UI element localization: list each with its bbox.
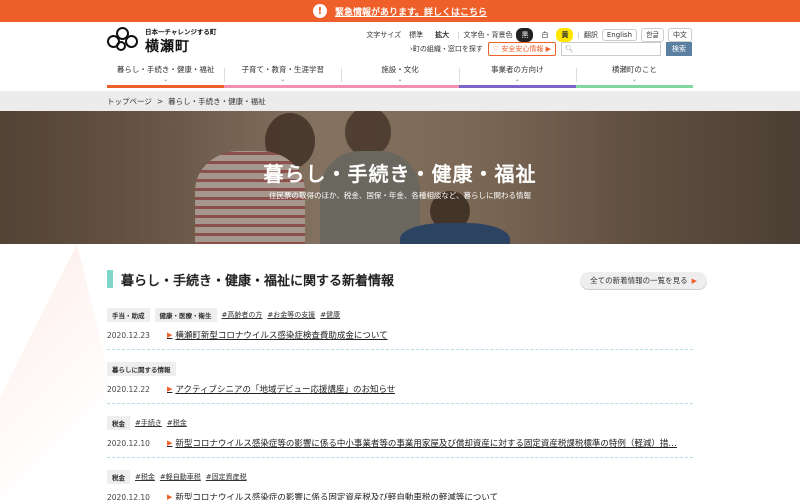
- news-date: 2020.12.23: [107, 330, 150, 340]
- emergency-alert-bar[interactable]: ! 緊急情報があります。詳しくはこちら: [0, 0, 800, 22]
- color-white-button[interactable]: 白: [537, 29, 553, 41]
- chevron-down-icon: ⌄: [280, 76, 286, 83]
- dotted-divider: [107, 457, 693, 458]
- font-large-button[interactable]: 拡大: [431, 29, 454, 41]
- color-label: 文字色・背景色: [463, 31, 513, 39]
- chevron-down-icon: ⌄: [163, 76, 169, 83]
- hashtag-link[interactable]: #高齢者の方: [222, 310, 263, 320]
- color-yellow-button[interactable]: 黄: [556, 28, 574, 42]
- news-section-title: 暮らし・手続き・健康・福祉に関する新着情報: [121, 273, 395, 289]
- hashtag-link[interactable]: #軽自動車税: [160, 472, 201, 482]
- gnav-item-label: 暮らし・手続き・健康・福祉: [116, 65, 215, 74]
- breadcrumb-current: 暮らし・手続き・健康・福祉: [168, 96, 266, 106]
- news-section-header: 暮らし・手続き・健康・福祉に関する新着情報: [107, 270, 395, 289]
- emergency-alert-link[interactable]: 緊急情報があります。詳しくはこちら: [335, 5, 487, 18]
- triangle-right-icon: ▶: [545, 45, 551, 53]
- hashtag-link[interactable]: #税金: [135, 472, 155, 482]
- accessibility-tools: 文字サイズ 標準 拡大 | 文字色・背景色 黒 白 黄 | 翻訳 English…: [366, 28, 692, 42]
- triangle-right-icon: ▶: [691, 276, 697, 285]
- news-title-link[interactable]: ▶ 新型コロナウイルス感染症等の影響に係る中小事業者等の事業用家屋及び償却資産に対…: [167, 437, 677, 449]
- chevron-down-icon: ⌄: [514, 76, 520, 83]
- heading-accent-bar: [107, 270, 113, 288]
- gnav-item-label: 施設・文化: [381, 65, 419, 74]
- org-search-link[interactable]: ›町の組織・窓口を探す: [410, 44, 483, 54]
- category-badge[interactable]: 税金: [107, 416, 130, 430]
- breadcrumb: トップページ > 暮らし・手続き・健康・福祉: [0, 91, 800, 111]
- font-standard-button[interactable]: 標準: [405, 29, 428, 41]
- breadcrumb-separator: >: [156, 96, 164, 106]
- global-nav: 暮らし・手続き・健康・福祉 ⌄ 子育て・教育・生涯学習 ⌄ 施設・文化 ⌄ 事業者の方向け ⌄…: [107, 62, 694, 88]
- font-size-label: 文字サイズ: [366, 31, 402, 39]
- gnav-item[interactable]: 事業者の方向け ⌄: [458, 62, 576, 88]
- news-title-link[interactable]: ▶ 新型コロナウイルス感染症の影響に係る固定資産税及び軽自動車税の軽減等について: [167, 491, 498, 500]
- gnav-item[interactable]: 施設・文化 ⌄: [341, 62, 459, 88]
- gnav-item-label: 子育て・教育・生涯学習: [241, 65, 325, 74]
- category-badge[interactable]: 健康・医療・衛生: [154, 308, 217, 322]
- breadcrumb-home-link[interactable]: トップページ: [107, 96, 152, 107]
- search-button[interactable]: 検索: [666, 42, 692, 56]
- hashtag-link[interactable]: #固定資産税: [206, 472, 247, 482]
- triangle-right-icon: ▶: [167, 385, 173, 393]
- news-title-link[interactable]: ▶ アクティブシニアの「地域デビュー応援講座」のお知らせ: [167, 383, 395, 395]
- logo-tagline: 日本一チャレンジする町: [145, 28, 217, 36]
- news-date: 2020.12.22: [107, 384, 150, 394]
- translate-label: 翻訳: [583, 31, 598, 39]
- dotted-divider: [107, 403, 693, 404]
- search-icon: 🔍︎: [565, 45, 574, 53]
- news-date: 2020.12.10: [107, 438, 150, 448]
- color-black-button[interactable]: 黒: [516, 28, 534, 42]
- gnav-item-label: 横瀬町のこと: [611, 65, 657, 74]
- site-header: 日本一チャレンジする町 横瀬町 文字サイズ 標準 拡大 | 文字色・背景色 黒 …: [0, 22, 800, 62]
- news-item: 手当・助成 健康・医療・衛生 #高齢者の方 #お金等の支援 #健康 2020.12.23 ▶…: [107, 307, 693, 361]
- category-badge[interactable]: 暮らしに関する情報: [107, 362, 176, 376]
- hero-title: 暮らし・手続き・健康・福祉: [263, 162, 537, 186]
- chevron-down-icon: ⌄: [397, 76, 403, 83]
- news-item: 税金 #手続き #税金 2020.12.10 ▶ 新型コロナウイルス感染症等の影響に係る中…: [107, 415, 693, 469]
- gnav-item[interactable]: 横瀬町のこと ⌄: [575, 62, 694, 88]
- triangle-right-icon: ▶: [167, 331, 173, 339]
- news-date: 2020.12.10: [107, 492, 150, 500]
- chevron-down-icon: ⌄: [631, 76, 637, 83]
- lang-korean-button[interactable]: 한글: [641, 28, 664, 42]
- lang-english-button[interactable]: English: [601, 29, 638, 41]
- heart-icon: ♡: [492, 45, 500, 53]
- gnav-item[interactable]: 暮らし・手続き・健康・福祉 ⌄: [107, 62, 225, 88]
- news-list: 手当・助成 健康・医療・衛生 #高齢者の方 #お金等の支援 #健康 2020.12.23 ▶…: [107, 307, 693, 500]
- hashtag-link[interactable]: #手続き: [135, 418, 162, 428]
- dotted-divider: [107, 349, 693, 350]
- triangle-right-icon: ▶: [167, 493, 173, 500]
- category-badge[interactable]: 手当・助成: [107, 308, 150, 322]
- hashtag-link[interactable]: #健康: [320, 310, 340, 320]
- gnav-item[interactable]: 子育て・教育・生涯学習 ⌄: [224, 62, 342, 88]
- safety-info-button[interactable]: ♡ 安全安心情報 ▶: [487, 42, 556, 56]
- search-input[interactable]: 🔍︎: [561, 42, 661, 56]
- hero-banner: 暮らし・手続き・健康・福祉 住民票の取得のほか、税金、国保・年金、各種相談など、…: [0, 111, 800, 244]
- hashtag-link[interactable]: #税金: [167, 418, 187, 428]
- news-item: 税金 #税金 #軽自動車税 #固定資産税 2020.12.10 ▶ 新型コロナウイルス感染症…: [107, 469, 693, 500]
- all-news-button[interactable]: 全ての新着情報の一覧を見る ▶: [580, 272, 707, 289]
- hero-subtitle: 住民票の取得のほか、税金、国保・年金、各種相談など、暮らしに関わる情報: [269, 191, 531, 200]
- lang-chinese-button[interactable]: 中文: [668, 28, 692, 42]
- triangle-right-icon: ▶: [167, 439, 173, 447]
- news-item: 暮らしに関する情報 2020.12.22 ▶ アクティブシニアの「地域デビュー応援講座…: [107, 361, 693, 415]
- exclamation-icon: !: [312, 4, 327, 18]
- logo-town-name: 横瀬町: [145, 39, 190, 55]
- gnav-item-label: 事業者の方向け: [490, 65, 544, 74]
- header-search-row: ›町の組織・窓口を探す ♡ 安全安心情報 ▶ 🔍︎ 検索: [410, 42, 692, 56]
- hashtag-link[interactable]: #お金等の支援: [267, 310, 315, 320]
- news-title-link[interactable]: ▶ 横瀬町新型コロナウイルス感染症検査費助成金について: [167, 329, 388, 341]
- category-badge[interactable]: 税金: [107, 470, 130, 484]
- site-logo[interactable]: 日本一チャレンジする町 横瀬町: [107, 26, 216, 56]
- town-emblem-icon: [107, 27, 139, 55]
